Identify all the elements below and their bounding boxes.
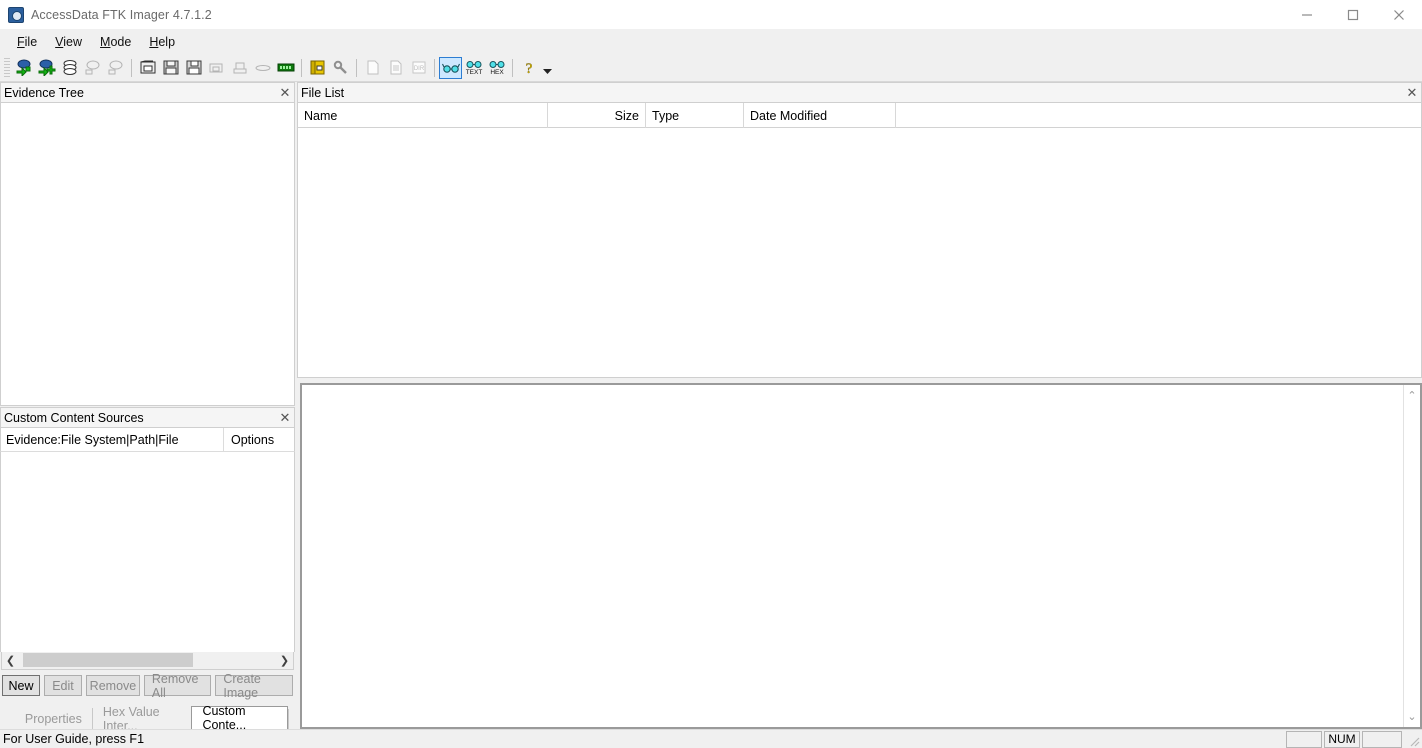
toolbar-overflow-chevron[interactable] [540,57,554,79]
toolbar-separator-2 [301,58,302,77]
capture-memory-icon[interactable] [306,57,329,79]
bottom-tab-strip: Properties Hex Value Inter... Custom Con… [0,704,295,733]
status-pane-1 [1286,730,1322,748]
toolbar-grip[interactable] [4,57,10,78]
chevron-up-icon[interactable]: ⌃ [1407,389,1416,402]
remove-evidence-item-icon [81,57,104,79]
export-disk-image-icon[interactable] [159,57,182,79]
create-disk-image-icon[interactable] [136,57,159,79]
column-header-filler [896,103,1421,128]
close-icon[interactable] [1376,0,1422,29]
close-icon[interactable]: ✕ [276,86,294,99]
tab-custom-content-sources[interactable]: Custom Conte... [191,704,289,732]
menu-mode[interactable]: Mode [91,32,140,52]
status-pane-3 [1362,730,1402,748]
custom-content-list[interactable] [0,452,295,652]
custom-content-header: Custom Content Sources ✕ [0,407,295,428]
file-list-panel: File List ✕ Name Size Type Date Modified [297,82,1422,380]
viewer-vertical-scrollbar[interactable]: ⌃ ⌄ [1403,385,1420,727]
add-to-custom-content-image-icon [205,57,228,79]
file-list-title: File List [301,85,345,100]
add-evidence-item-icon[interactable] [12,57,35,79]
file-list-body[interactable] [297,128,1422,378]
svg-text:TEXT: TEXT [465,69,482,76]
window-title: AccessData FTK Imager 4.7.1.2 [31,7,212,22]
column-header-date-modified[interactable]: Date Modified [744,103,896,128]
new-button[interactable]: New [2,675,40,696]
tab-properties[interactable]: Properties [14,708,92,729]
svg-text:?: ? [525,61,532,76]
close-icon[interactable]: ✕ [276,411,294,424]
resize-grip-icon[interactable] [1404,731,1420,747]
edit-button[interactable]: Edit [44,675,82,696]
menu-help[interactable]: Help [140,32,184,52]
svg-text:HEX: HEX [490,69,504,76]
hscroll-track[interactable] [19,652,276,669]
status-pane-num: NUM [1324,730,1360,748]
decrypt-ad1-image-icon [251,57,274,79]
file-list-column-headers: Name Size Type Date Modified [297,103,1422,128]
custom-content-title: Custom Content Sources [4,410,144,425]
custom-content-hscrollbar[interactable]: ❮ ❯ [1,652,294,670]
view-mode-automatic-icon[interactable] [439,56,462,79]
column-header-evidence-path[interactable]: Evidence:File System|Path|File [1,433,223,447]
column-header-options[interactable]: Options [223,427,294,452]
menu-file[interactable]: File [8,32,46,52]
status-message: For User Guide, press F1 [3,732,145,746]
app-disk-icon [8,6,24,23]
ftk-imager-window: AccessData FTK Imager 4.7.1.2 File View … [0,0,1422,748]
toolbar-separator [131,58,132,77]
title-bar: AccessData FTK Imager 4.7.1.2 [0,0,1422,29]
image-mounting-icon[interactable] [58,57,81,79]
create-image-button[interactable]: Create Image [215,672,293,700]
export-directory-listing-icon: DIR [407,57,430,79]
export-files-icon [361,57,384,79]
remove-all-evidence-items-icon [104,57,127,79]
toolbar: DIR TEXT HEX ? [0,54,1422,82]
tab-strip-edge [288,709,295,729]
export-logical-image-icon[interactable] [182,57,205,79]
toolbar-separator-3 [356,58,357,77]
view-mode-text-icon[interactable]: TEXT [462,57,485,79]
viewer-panel: ⌃ ⌄ [300,383,1422,729]
menu-bar: File View Mode Help [0,29,1422,54]
remove-button[interactable]: Remove [86,675,140,696]
column-header-type[interactable]: Type [646,103,744,128]
custom-content-buttons: New Edit Remove Remove All Create Image [0,670,295,700]
minimize-icon[interactable] [1284,0,1330,29]
hscroll-thumb[interactable] [23,653,193,667]
viewer-content[interactable] [302,385,1403,727]
evidence-tree-body[interactable] [0,103,295,406]
chevron-left-icon[interactable]: ❮ [2,652,19,669]
menu-view[interactable]: View [46,32,91,52]
custom-content-column-headers: Evidence:File System|Path|File Options [0,427,295,452]
column-header-name[interactable]: Name [298,103,548,128]
create-custom-content-image-icon [228,57,251,79]
evidence-tree-header: Evidence Tree ✕ [0,82,295,103]
verify-drive-image-icon[interactable] [274,57,297,79]
add-all-attached-devices-icon[interactable] [35,57,58,79]
chevron-right-icon[interactable]: ❯ [276,652,293,669]
close-icon[interactable]: ✕ [1403,86,1421,99]
view-mode-hex-icon[interactable]: HEX [485,57,508,79]
obtain-protected-files-icon[interactable] [329,57,352,79]
evidence-tree-title: Evidence Tree [4,85,84,100]
status-bar: For User Guide, press F1 NUM [0,729,1422,748]
help-icon[interactable]: ? [517,57,540,79]
chevron-down-icon[interactable]: ⌄ [1407,710,1416,723]
window-controls [1284,0,1422,29]
toolbar-separator-5 [512,58,513,77]
toolbar-separator-4 [434,58,435,77]
svg-text:DIR: DIR [413,66,424,72]
column-header-size[interactable]: Size [548,103,646,128]
file-list-header: File List ✕ [297,82,1422,103]
maximize-icon[interactable] [1330,0,1376,29]
tab-hex-value-interpreter[interactable]: Hex Value Inter... [91,705,192,733]
remove-all-button[interactable]: Remove All [143,672,212,700]
custom-content-sources-panel: Custom Content Sources ✕ Evidence:File S… [0,407,295,700]
export-file-hash-list-icon [384,57,407,79]
evidence-tree-panel: Evidence Tree ✕ [0,82,295,407]
